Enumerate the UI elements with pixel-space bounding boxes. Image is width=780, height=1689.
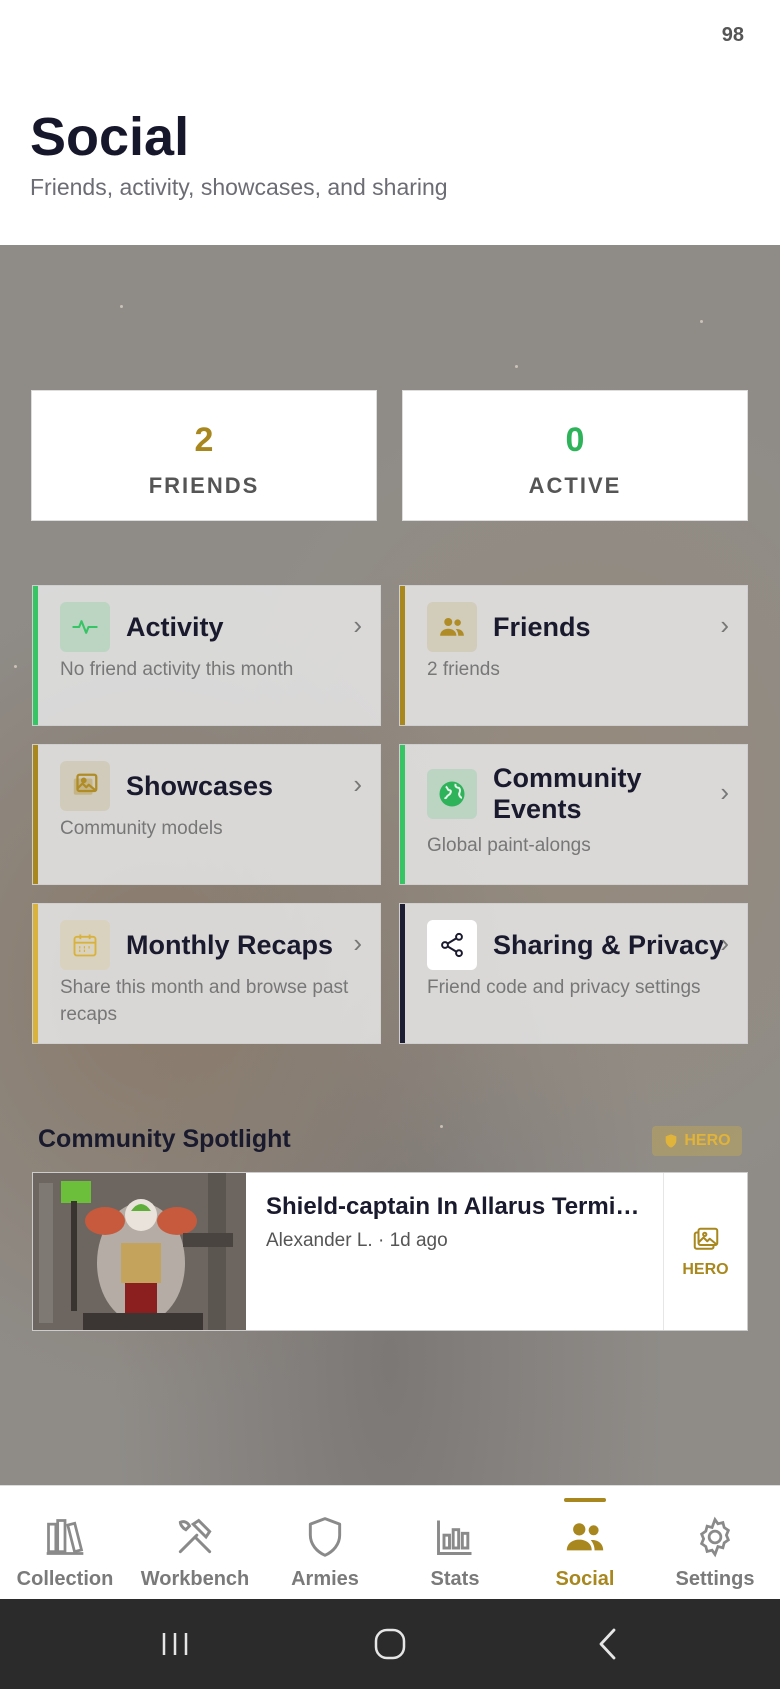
recent-apps-icon [162,1633,188,1655]
hero-badge-label: HERO [684,1132,731,1149]
activity-pulse-icon [60,602,110,652]
card-friends-title: Friends [493,612,591,642]
card-community-events-desc: Global paint-alongs [427,835,591,856]
share-icon [427,920,477,970]
spotlight-item-meta: Alexander L. · 1d ago [266,1230,448,1251]
calendar-icon [60,920,110,970]
home-icon [374,1628,406,1660]
card-showcases-desc: Community models [60,818,223,839]
chevron-right-icon: › [353,610,362,640]
stat-friends[interactable]: 2 FRIENDS [31,390,377,521]
tab-social-label: Social [555,1568,615,1590]
back-icon [599,1628,616,1660]
tab-collection[interactable]: Collection [0,1486,130,1600]
card-sharing-privacy-desc: Friend code and privacy settings [427,977,701,998]
tab-armies-label: Armies [291,1568,359,1590]
miniature-photo [33,1173,246,1330]
image-icon [693,1227,718,1250]
hero-badge: HERO [652,1126,742,1156]
tab-armies[interactable]: Armies [260,1486,390,1600]
tab-workbench[interactable]: Workbench [130,1486,260,1600]
books-icon [43,1514,87,1560]
stat-active-label: ACTIVE [528,473,622,498]
card-activity-title: Activity [126,612,224,642]
shield-icon [666,1134,677,1148]
tab-settings-label: Settings [675,1568,755,1590]
tab-stats-label: Stats [430,1568,480,1590]
bar-chart-icon [433,1514,477,1560]
stat-friends-value: 2 [194,421,214,459]
card-showcases[interactable]: Showcases Community models › [32,744,381,885]
page-title: Social [30,107,190,167]
card-friends-desc: 2 friends [427,659,500,680]
tools-icon [173,1514,217,1560]
battery-level: 98 [721,24,744,46]
globe-icon [427,769,477,819]
page-subtitle: Friends, activity, showcases, and sharin… [30,174,448,200]
chevron-right-icon: › [720,928,729,958]
stat-friends-label: FRIENDS [148,473,260,498]
gear-icon [693,1514,737,1560]
card-sharing-privacy[interactable]: Sharing & Privacy Friend code and privac… [399,903,748,1044]
card-monthly-recaps-title: Monthly Recaps [126,930,334,960]
shield-icon [303,1514,347,1560]
tab-collection-label: Collection [16,1568,114,1590]
card-community-events[interactable]: Community Events Global paint-alongs › [399,744,748,885]
chevron-right-icon: › [720,610,729,640]
tab-settings[interactable]: Settings [650,1486,780,1600]
tab-stats[interactable]: Stats [390,1486,520,1600]
card-showcases-title: Showcases [126,771,274,801]
home-button[interactable] [355,1599,425,1689]
system-nav-bar [0,1599,780,1689]
page-header: Social Friends, activity, showcases, and… [0,70,780,245]
stat-active-value: 0 [565,421,585,459]
card-friends[interactable]: Friends 2 friends › [399,585,748,726]
spotlight-card[interactable]: Shield-captain In Allarus Terminator Arm… [32,1172,748,1331]
card-sharing-privacy-title: Sharing & Privacy [493,930,725,960]
back-button[interactable] [574,1599,644,1689]
chevron-right-icon: › [353,769,362,799]
spotlight-heading: Community Spotlight [38,1125,291,1153]
card-monthly-recaps[interactable]: Monthly Recaps Share this month and brow… [32,903,381,1044]
image-icon [60,761,110,811]
chevron-right-icon: › [353,928,362,958]
chevron-right-icon: › [720,777,729,807]
people-icon [427,602,477,652]
spotlight-hero-label: HERO [682,1260,729,1278]
recent-apps-button[interactable] [140,1599,210,1689]
bottom-tab-bar: Collection Workbench Armies Stats Social… [0,1485,780,1599]
stat-active[interactable]: 0 ACTIVE [402,390,748,521]
spotlight-hero-action[interactable]: HERO [663,1173,747,1330]
people-icon [562,1514,608,1560]
tab-workbench-label: Workbench [140,1568,250,1590]
card-activity-desc: No friend activity this month [60,659,294,680]
spotlight-item-name: Shield-captain In Allarus Terminator Arm… [266,1193,646,1220]
card-activity[interactable]: Activity No friend activity this month › [32,585,381,726]
tab-social[interactable]: Social [520,1486,650,1600]
status-bar: 98 [0,0,780,70]
card-monthly-recaps-desc: Share this month and browse past recaps [60,977,349,1025]
content-area: 2 FRIENDS 0 ACTIVE Activity No friend ac… [0,245,780,1485]
card-community-events-title: Community Events [493,763,642,824]
